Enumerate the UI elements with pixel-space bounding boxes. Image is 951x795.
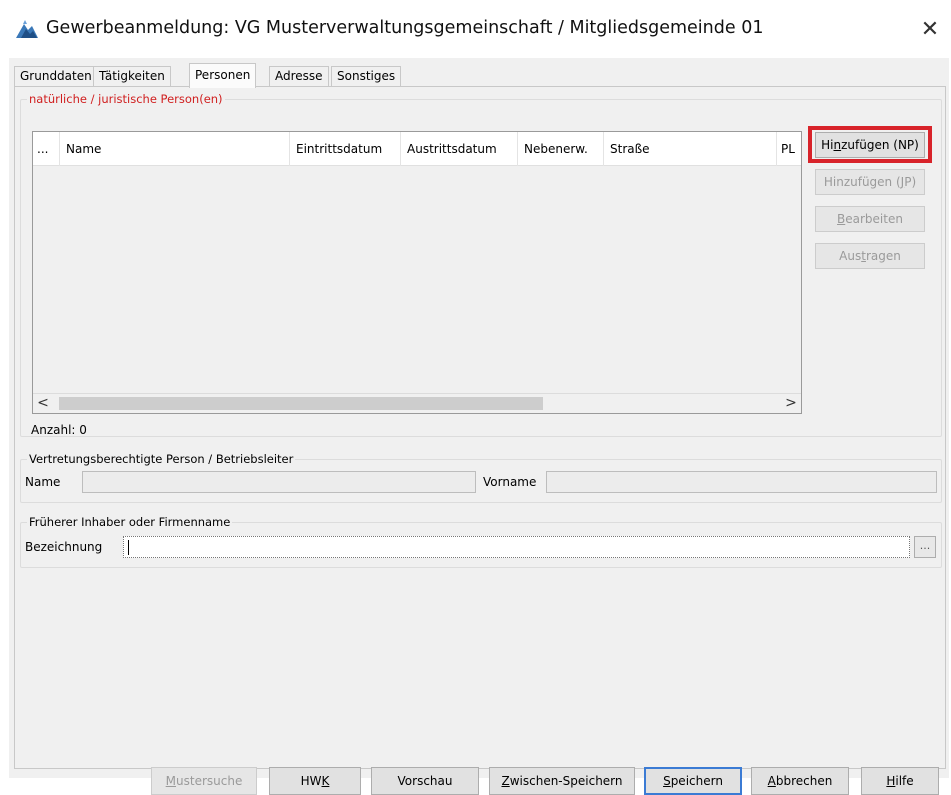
dialog-client-area: Grunddaten Tätigkeiten Personen Adresse … [9,58,949,795]
hwk-button[interactable]: HWK [269,767,361,795]
tab-personen[interactable]: Personen [189,63,257,88]
tab-taetigkeiten[interactable]: Tätigkeiten [93,66,171,87]
persons-group-title: natürliche / juristische Person(en) [27,92,225,106]
tab-sonstiges[interactable]: Sonstiges [331,66,402,87]
edit-button[interactable]: Bearbeiten [815,206,925,232]
help-button[interactable]: Hilfe [861,767,939,795]
representative-group-title: Vertretungsberechtigte Person / Betriebs… [27,452,296,466]
save-button[interactable]: Speichern [644,767,742,795]
record-count-value: 0 [79,423,87,437]
text-caret [128,540,129,555]
column-header-strasse[interactable]: Straße [604,132,777,166]
firstname-label: Vorname [483,475,537,489]
tab-grunddaten[interactable]: Grunddaten [14,66,98,87]
cancel-button[interactable]: Abbrechen [751,767,849,795]
intermediate-save-button[interactable]: Zwischen-Speichern [489,767,635,795]
tab-adresse[interactable]: Adresse [269,66,329,87]
persons-table[interactable]: ... Name Eintrittsdatum Austrittsdatum N… [32,131,802,414]
former-owner-group-title: Früherer Inhaber oder Firmenname [27,515,233,529]
close-icon[interactable]: ✕ [913,14,947,48]
designation-label: Bezeichnung [25,540,103,554]
scrollbar-thumb[interactable] [59,397,543,410]
title-bar: Gewerbeanmeldung: VG Musterverwaltungsge… [0,0,951,60]
representative-name-field[interactable] [82,471,476,493]
column-header-menu[interactable]: ... [33,132,60,166]
app-logo-icon [16,20,38,38]
column-header-plz[interactable]: PL [777,132,801,166]
representative-firstname-field[interactable] [546,471,937,493]
persons-group: natürliche / juristische Person(en) ... … [20,92,942,437]
column-header-austrittsdatum[interactable]: Austrittsdatum [401,132,518,166]
add-legal-person-button[interactable]: Hinzufügen (JP) [815,169,925,195]
browse-button[interactable]: ... [914,536,936,558]
remove-button[interactable]: Austragen [815,243,925,269]
designation-input[interactable] [123,536,910,558]
mustersuche-button[interactable]: Mustersuche [151,767,257,795]
record-count: Anzahl: 0 [31,423,87,437]
highlight-frame [808,126,932,163]
table-header: ... Name Eintrittsdatum Austrittsdatum N… [33,132,801,166]
scroll-right-icon[interactable]: > [781,394,801,413]
tab-panel-personen: natürliche / juristische Person(en) ... … [14,86,946,795]
name-label: Name [25,475,61,489]
former-owner-group: Früherer Inhaber oder Firmenname Bezeich… [20,515,942,568]
column-header-eintrittsdatum[interactable]: Eintrittsdatum [290,132,401,166]
table-body[interactable] [33,166,801,393]
scroll-left-icon[interactable]: < [33,394,53,413]
horizontal-scrollbar[interactable]: < > [33,393,801,413]
representative-group: Vertretungsberechtigte Person / Betriebs… [20,452,942,503]
preview-button[interactable]: Vorschau [371,767,479,795]
column-header-name[interactable]: Name [60,132,290,166]
column-header-nebenerwerb[interactable]: Nebenerw. [518,132,604,166]
window-title: Gewerbeanmeldung: VG Musterverwaltungsge… [46,18,764,38]
